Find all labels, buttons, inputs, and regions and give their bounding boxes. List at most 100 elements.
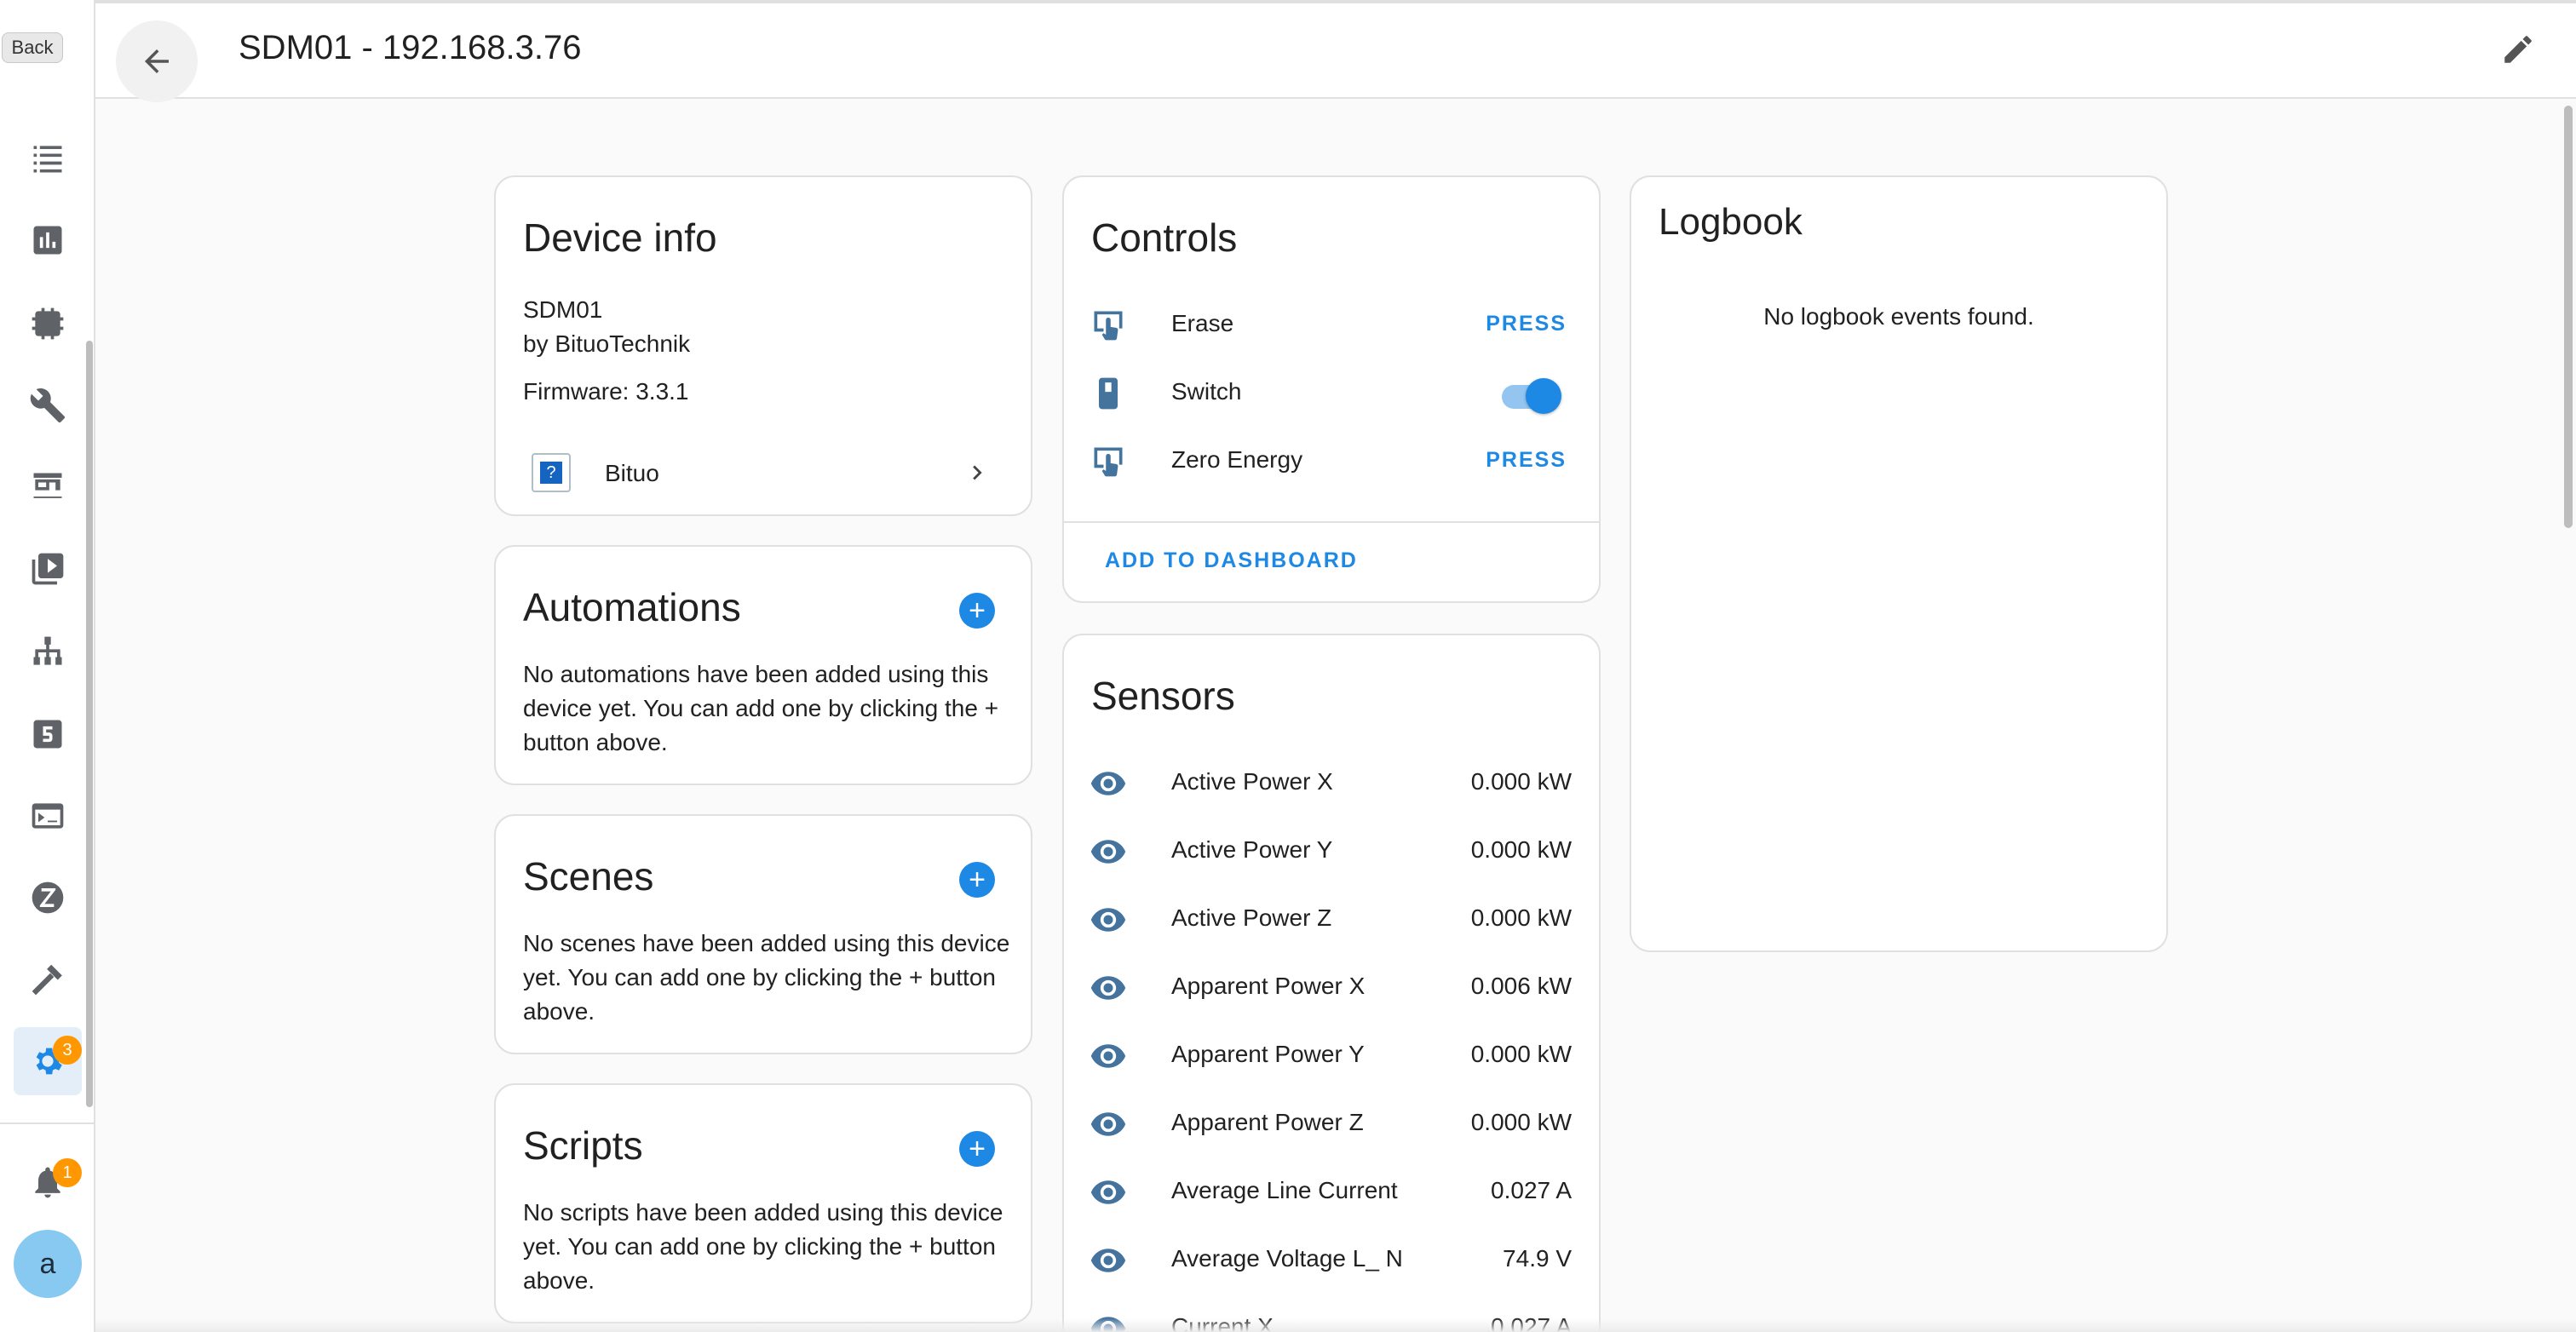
chevron-right-icon: [973, 465, 982, 480]
sidebar-item-developer-tools[interactable]: [14, 945, 82, 1013]
automations-empty-text: No automations have been added using thi…: [523, 661, 999, 755]
control-row-switch[interactable]: Switch: [1064, 359, 1599, 428]
sensor-row[interactable]: Average Voltage L_ N 74.9 V: [1064, 1226, 1599, 1295]
browser-back-button[interactable]: Back: [2, 32, 63, 63]
bottom-fade: [95, 1318, 2576, 1332]
sensor-label: Active Power X: [1171, 768, 1333, 795]
device-info-card: Device info SDM01 by BituoTechnik Firmwa…: [494, 175, 1032, 516]
zwave-icon: [32, 881, 64, 914]
erase-press-button[interactable]: PRESS: [1486, 312, 1567, 336]
edit-button[interactable]: [2491, 22, 2545, 77]
logbook-title: Logbook: [1659, 201, 1803, 243]
add-automation-button[interactable]: +: [959, 593, 995, 629]
add-scene-button[interactable]: +: [959, 862, 995, 898]
avatar[interactable]: a: [14, 1230, 82, 1298]
light-switch-icon: [1090, 375, 1127, 412]
sensor-label: Active Power Y: [1171, 836, 1333, 863]
back-button[interactable]: [116, 20, 198, 102]
settings-badge: 3: [53, 1036, 82, 1065]
sidebar-item-tools[interactable]: [14, 371, 82, 439]
control-row-zero-energy[interactable]: Zero Energy PRESS: [1064, 428, 1599, 496]
controls-card-actions: ADD TO DASHBOARD: [1064, 521, 1599, 601]
sidebar-item-notifications[interactable]: 1: [14, 1148, 82, 1216]
script-icon: [33, 720, 62, 749]
add-to-dashboard-button[interactable]: ADD TO DASHBOARD: [1105, 548, 1358, 573]
scenes-card: Scenes + No scenes have been added using…: [494, 814, 1032, 1054]
gesture-tap-button-icon: [1090, 443, 1127, 480]
zero-energy-press-button[interactable]: PRESS: [1486, 448, 1567, 473]
sensor-row[interactable]: Apparent Power X 0.006 kW: [1064, 954, 1599, 1022]
sensor-row[interactable]: Average Line Current 0.027 A: [1064, 1158, 1599, 1226]
wrench-icon: [30, 388, 66, 423]
sensor-value: 0.000 kW: [1470, 768, 1572, 795]
sensor-value: 0.006 kW: [1470, 973, 1572, 999]
sidebar-divider: [0, 1122, 94, 1124]
sidebar-item-settings[interactable]: 3: [14, 1027, 82, 1095]
top-bar: SDM01 - 192.168.3.76: [95, 0, 2576, 102]
arrow-left-icon: [145, 49, 169, 73]
sidebar-item-overview[interactable]: [14, 124, 82, 192]
media-icon: [32, 553, 64, 585]
add-script-button[interactable]: +: [959, 1131, 995, 1167]
control-row-erase[interactable]: Erase PRESS: [1064, 291, 1599, 359]
integration-link[interactable]: ? Bituo: [496, 436, 1031, 509]
eye-icon: [1090, 1037, 1127, 1075]
sensor-value: 74.9 V: [1503, 1245, 1572, 1272]
eye-icon: [1090, 1242, 1127, 1279]
device-firmware: Firmware: 3.3.1: [523, 378, 689, 405]
sidebar: 3 1 a: [0, 0, 95, 1332]
controls-title: Controls: [1091, 215, 1238, 260]
eye-icon: [1090, 833, 1127, 870]
tab-strip: [95, 0, 2576, 3]
sensor-row[interactable]: Active Power Y 0.000 kW: [1064, 818, 1599, 886]
scripts-title: Scripts: [523, 1123, 643, 1168]
sidebar-item-energy[interactable]: [14, 206, 82, 274]
sensor-value: 0.000 kW: [1470, 836, 1572, 863]
sidebar-scrollbar[interactable]: [86, 341, 93, 1107]
sensor-label: Apparent Power Y: [1171, 1041, 1365, 1067]
automations-card: Automations + No automations have been a…: [494, 545, 1032, 785]
terminal-icon: [32, 803, 64, 829]
sensor-label: Active Power Z: [1171, 904, 1332, 931]
toggle-thumb: [1526, 378, 1561, 414]
page-title: SDM01 - 192.168.3.76: [239, 29, 582, 66]
device-manufacturer: by BituoTechnik: [523, 330, 691, 357]
sensor-row[interactable]: Active Power X 0.000 kW: [1064, 749, 1599, 818]
sensor-value: 0.027 A: [1491, 1177, 1572, 1203]
sidebar-item-esphome[interactable]: [14, 290, 82, 358]
sidebar-item-hacs[interactable]: [14, 453, 82, 521]
scripts-empty-text: No scripts have been added using this de…: [523, 1199, 1003, 1294]
gesture-tap-button-icon: [1090, 307, 1127, 344]
switch-toggle[interactable]: [1502, 378, 1561, 414]
device-info-title: Device info: [523, 215, 717, 260]
sensor-value: 0.000 kW: [1470, 1041, 1572, 1067]
sensors-card: Sensors Active Power X 0.000 kW Active Pow…: [1062, 634, 1601, 1332]
notifications-badge: 1: [53, 1158, 82, 1187]
page-scrollbar[interactable]: [2564, 106, 2573, 528]
pencil-icon: [2504, 36, 2532, 63]
eye-icon: [1090, 901, 1127, 939]
device-model: SDM01: [523, 296, 603, 323]
hacs-store-icon: [33, 473, 62, 498]
sensor-row[interactable]: Apparent Power Y 0.000 kW: [1064, 1022, 1599, 1090]
sidebar-item-scripts[interactable]: [14, 700, 82, 768]
network-icon: [33, 636, 62, 665]
scripts-card: Scripts + No scripts have been added usi…: [494, 1083, 1032, 1323]
sidebar-item-media[interactable]: [14, 535, 82, 603]
hammer-icon: [32, 964, 62, 996]
control-label: Switch: [1171, 378, 1242, 405]
sidebar-item-terminal[interactable]: [14, 782, 82, 850]
scenes-empty-text: No scenes have been added using this dev…: [523, 930, 1010, 1025]
sensor-row[interactable]: Apparent Power Z 0.000 kW: [1064, 1090, 1599, 1158]
sensor-value: 0.000 kW: [1470, 904, 1572, 931]
sensor-label: Apparent Power Z: [1171, 1109, 1364, 1135]
controls-card: Controls Erase PRESS Switch Zero Energy …: [1062, 175, 1601, 603]
integration-name: Bituo: [605, 460, 659, 486]
list-icon: [33, 146, 62, 173]
scenes-title: Scenes: [523, 854, 654, 899]
sidebar-item-network[interactable]: [14, 618, 82, 686]
sensor-value: 0.000 kW: [1470, 1109, 1572, 1135]
sensor-row[interactable]: Active Power Z 0.000 kW: [1064, 886, 1599, 954]
sensor-label: Average Voltage L_ N: [1171, 1245, 1403, 1272]
sidebar-item-zwave[interactable]: [14, 864, 82, 932]
